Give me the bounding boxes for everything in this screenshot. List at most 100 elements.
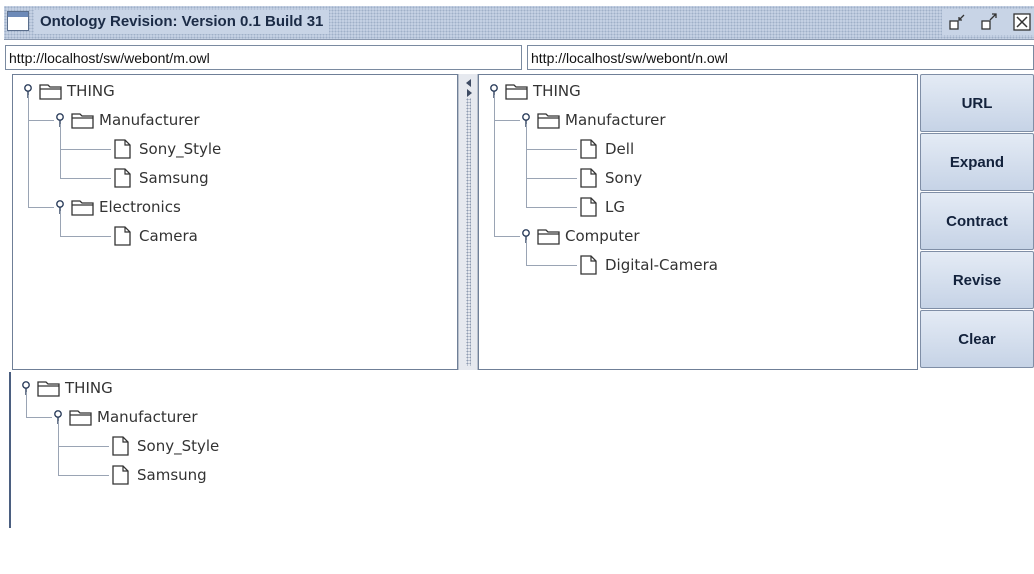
tree-connector-line: [494, 236, 520, 237]
tree-node-label: THING: [67, 82, 115, 100]
tree-folder-node[interactable]: Manufacturer: [53, 405, 198, 429]
document-icon: [111, 168, 135, 188]
tree-folder-node[interactable]: Electronics: [55, 195, 181, 219]
folder-icon: [71, 197, 95, 217]
tree-node-label: Sony: [605, 169, 643, 187]
maximize-icon[interactable]: [980, 12, 1000, 32]
title-bar[interactable]: Ontology Revision: Version 0.1 Build 31: [4, 6, 1034, 40]
tree-leaf-node[interactable]: Digital-Camera: [577, 253, 718, 277]
folder-icon: [537, 110, 561, 130]
tree-connector-line: [28, 120, 54, 121]
left-ontology-url-field[interactable]: http://localhost/sw/webont/m.owl: [5, 45, 522, 70]
split-pane-divider[interactable]: [458, 74, 478, 370]
document-icon: [577, 168, 601, 188]
tree-leaf-node[interactable]: Samsung: [111, 166, 209, 190]
left-ontology-tree[interactable]: THING Manufacturer Sony_Style Samsung Electr…: [12, 74, 458, 370]
right-ontology-tree[interactable]: THING Manufacturer Dell Sony LG Computer Digit…: [478, 74, 918, 370]
tree-connector-line: [60, 149, 111, 150]
collapse-left-arrow-icon[interactable]: [464, 78, 474, 88]
tree-root-node[interactable]: THING: [489, 79, 581, 103]
tree-expand-handle-icon[interactable]: [55, 112, 67, 128]
tree-expand-handle-icon[interactable]: [23, 83, 35, 99]
tree-connector-line: [526, 240, 527, 265]
tree-node-label: Manufacturer: [565, 111, 666, 129]
tree-connector-line: [494, 95, 495, 236]
folder-icon: [69, 407, 93, 427]
document-icon: [577, 255, 601, 275]
tree-node-label: LG: [605, 198, 625, 216]
tree-connector-line: [58, 475, 109, 476]
tree-leaf-node[interactable]: Dell: [577, 137, 634, 161]
tree-node-label: Electronics: [99, 198, 181, 216]
tree-folder-node[interactable]: Manufacturer: [521, 108, 666, 132]
tree-connector-line: [26, 417, 52, 418]
tree-connector-line: [526, 265, 577, 266]
url-button[interactable]: URL: [920, 74, 1034, 132]
tree-node-label: Manufacturer: [99, 111, 200, 129]
divider-grip: [466, 98, 471, 366]
tree-connector-line: [494, 120, 520, 121]
document-icon: [109, 465, 133, 485]
tree-connector-line: [58, 421, 59, 475]
tree-expand-handle-icon[interactable]: [489, 83, 501, 99]
tree-node-label: Samsung: [137, 466, 207, 484]
revised-ontology-tree[interactable]: THING Manufacturer Sony_Style Samsung: [9, 372, 1034, 528]
folder-icon: [39, 81, 63, 101]
tree-node-label: Sony_Style: [139, 140, 222, 158]
tree-connector-line: [526, 149, 577, 150]
contract-button[interactable]: Contract: [920, 192, 1034, 250]
tree-connector-line: [26, 392, 27, 417]
clear-button[interactable]: Clear: [920, 310, 1034, 368]
tree-leaf-node[interactable]: Sony_Style: [111, 137, 221, 161]
tree-node-label: THING: [533, 82, 581, 100]
close-icon[interactable]: [1012, 12, 1032, 32]
document-icon: [111, 139, 135, 159]
tree-leaf-node[interactable]: Samsung: [109, 463, 207, 487]
expand-button[interactable]: Expand: [920, 133, 1034, 191]
tree-leaf-node[interactable]: Camera: [111, 224, 198, 248]
document-icon: [577, 139, 601, 159]
tree-connector-line: [526, 178, 577, 179]
action-button-column: URL Expand Contract Revise Clear: [920, 74, 1034, 370]
window-title: Ontology Revision: Version 0.1 Build 31: [34, 10, 330, 34]
tree-node-label: Computer: [565, 227, 640, 245]
document-icon: [111, 226, 135, 246]
tree-leaf-node[interactable]: Sony: [577, 166, 642, 190]
tree-connector-line: [60, 124, 61, 178]
document-icon: [109, 436, 133, 456]
revise-button[interactable]: Revise: [920, 251, 1034, 309]
tree-connector-line: [60, 211, 61, 236]
tree-node-label: Samsung: [139, 169, 209, 187]
tree-connector-line: [60, 178, 111, 179]
tree-node-label: Dell: [605, 140, 635, 158]
minimize-icon[interactable]: [948, 12, 968, 32]
tree-connector-line: [526, 207, 577, 208]
tree-node-label: Manufacturer: [97, 408, 198, 426]
document-icon: [577, 197, 601, 217]
folder-icon: [71, 110, 95, 130]
tree-node-label: Digital-Camera: [605, 256, 718, 274]
tree-folder-node[interactable]: Computer: [521, 224, 640, 248]
right-ontology-url-field[interactable]: http://localhost/sw/webont/n.owl: [527, 45, 1034, 70]
tree-folder-node[interactable]: Manufacturer: [55, 108, 200, 132]
folder-icon: [37, 378, 61, 398]
window-controls: [942, 9, 1034, 35]
tree-root-node[interactable]: THING: [23, 79, 115, 103]
folder-icon: [505, 81, 529, 101]
tree-expand-handle-icon[interactable]: [55, 199, 67, 215]
collapse-right-arrow-icon[interactable]: [464, 88, 474, 98]
ontology-revision-window: Ontology Revision: Version 0.1 Build 31: [0, 0, 1034, 574]
tree-leaf-node[interactable]: Sony_Style: [109, 434, 219, 458]
app-window-icon: [7, 11, 29, 31]
tree-expand-handle-icon[interactable]: [21, 380, 33, 396]
tree-node-label: THING: [65, 379, 113, 397]
tree-node-label: Sony_Style: [137, 437, 220, 455]
tree-expand-handle-icon[interactable]: [521, 228, 533, 244]
tree-leaf-node[interactable]: LG: [577, 195, 625, 219]
tree-connector-line: [60, 236, 111, 237]
tree-root-node[interactable]: THING: [21, 376, 113, 400]
tree-connector-line: [526, 124, 527, 207]
tree-connector-line: [28, 95, 29, 207]
tree-expand-handle-icon[interactable]: [521, 112, 533, 128]
tree-expand-handle-icon[interactable]: [53, 409, 65, 425]
